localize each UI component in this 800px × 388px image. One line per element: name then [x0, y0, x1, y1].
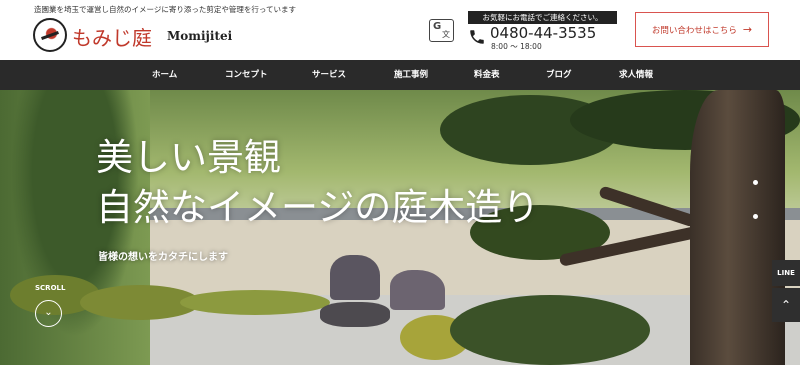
page-bottom-strip: [0, 365, 800, 388]
contact-button-label: お問い合わせはこちら: [651, 25, 737, 36]
hero-bg-trunk: [690, 90, 785, 365]
chevron-up-icon: ⌃: [780, 298, 792, 312]
hero-bg-rock: [330, 255, 380, 300]
slider-dot[interactable]: [753, 180, 758, 185]
hero-bg-bush: [180, 290, 330, 315]
scroll-label: SCROLL: [35, 284, 66, 292]
hero-title-line1: 美しい景観: [96, 136, 281, 179]
scroll-down-button[interactable]: ⌄: [35, 300, 62, 327]
line-button[interactable]: LINE: [772, 260, 800, 286]
contact-button[interactable]: お問い合わせはこちら →: [635, 12, 769, 47]
logo-text-en[interactable]: Momijitei: [167, 29, 232, 43]
hero-bg-pine: [450, 295, 650, 365]
hero-bg-rock: [320, 302, 390, 327]
arrow-right-icon: →: [742, 23, 753, 36]
nav-item-home[interactable]: ホーム: [152, 60, 177, 90]
hero-bg-rock: [390, 270, 445, 310]
back-to-top-button[interactable]: ⌃: [772, 288, 800, 322]
phone-hours: 8:00 ～ 18:00: [491, 42, 542, 51]
chevron-down-icon: ⌄: [44, 307, 53, 318]
nav-item-price[interactable]: 料金表: [474, 60, 500, 90]
hero-title-line2: 自然なイメージの庭木造り: [96, 186, 540, 229]
logo-icon[interactable]: [33, 18, 67, 52]
nav-item-service[interactable]: サービス: [312, 60, 346, 90]
site-header: 造園業を埼玉で運営し自然のイメージに寄り添った剪定や管理を行っています もみじ庭…: [0, 0, 800, 60]
nav-item-recruit[interactable]: 求人情報: [619, 60, 653, 90]
site-tagline: 造園業を埼玉で運営し自然のイメージに寄り添った剪定や管理を行っています: [34, 5, 296, 14]
phone-label: お気軽にお電話でご連絡ください。: [468, 11, 617, 24]
phone-number[interactable]: 0480-44-3535: [490, 24, 596, 42]
nav-item-blog[interactable]: ブログ: [546, 60, 572, 90]
phone-icon: [470, 30, 484, 44]
logo-text-jp[interactable]: もみじ庭: [72, 22, 152, 51]
translate-icon[interactable]: [429, 19, 454, 42]
hero-subtitle: 皆様の想いをカタチにします: [98, 252, 228, 263]
nav-item-works[interactable]: 施工事例: [394, 60, 428, 90]
hero-title: 美しい景観 自然なイメージの庭木造り: [96, 133, 539, 233]
global-nav: ホーム コンセプト サービス 施工事例 料金表 ブログ 求人情報: [0, 60, 800, 90]
slider-dot[interactable]: [753, 214, 758, 219]
nav-item-concept[interactable]: コンセプト: [225, 60, 268, 90]
